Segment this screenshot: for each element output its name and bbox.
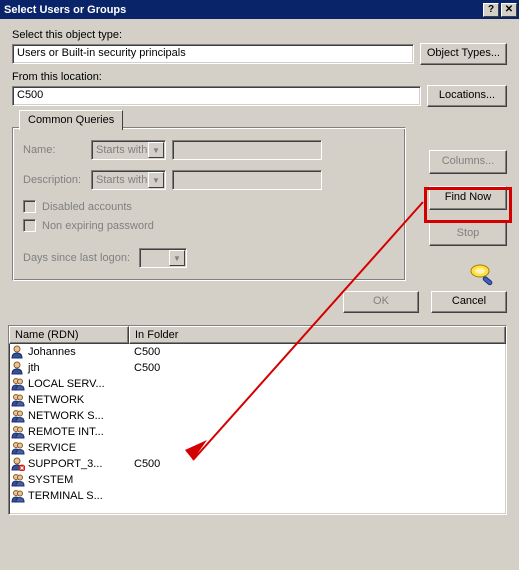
item-name: jth bbox=[28, 362, 40, 374]
find-now-button[interactable]: Find Now bbox=[429, 186, 507, 210]
location-label: From this location: bbox=[12, 71, 507, 83]
object-type-label: Select this object type: bbox=[12, 29, 507, 41]
group-icon bbox=[11, 473, 25, 487]
item-folder: C500 bbox=[129, 346, 506, 358]
list-item[interactable]: NETWORK S... bbox=[9, 408, 506, 424]
user-x-icon bbox=[11, 457, 25, 471]
list-item[interactable]: jth C500 bbox=[9, 360, 506, 376]
checkbox-icon bbox=[23, 219, 36, 232]
common-queries-tab[interactable]: Common Queries bbox=[19, 110, 123, 130]
group-icon bbox=[11, 425, 25, 439]
non-expiring-checkbox: Non expiring password bbox=[23, 219, 395, 232]
help-button[interactable]: ? bbox=[483, 3, 499, 17]
name-mode-combo: Starts with ▼ bbox=[91, 140, 166, 160]
cancel-button[interactable]: Cancel bbox=[431, 291, 507, 313]
item-name: SYSTEM bbox=[28, 474, 73, 486]
item-name: Johannes bbox=[28, 346, 76, 358]
column-name-header[interactable]: Name (RDN) bbox=[9, 326, 129, 344]
columns-button[interactable]: Columns... bbox=[429, 150, 507, 174]
item-name: SUPPORT_3... bbox=[28, 458, 102, 470]
description-input bbox=[172, 170, 322, 190]
group-icon bbox=[11, 393, 25, 407]
item-name: LOCAL SERV... bbox=[28, 378, 105, 390]
item-folder: C500 bbox=[129, 362, 506, 374]
title-bar: Select Users or Groups ? ✕ bbox=[0, 0, 519, 19]
item-folder: C500 bbox=[129, 458, 506, 470]
name-label: Name: bbox=[23, 144, 85, 156]
days-since-logon-combo: ▼ bbox=[139, 248, 187, 268]
group-icon bbox=[11, 377, 25, 391]
item-name: NETWORK S... bbox=[28, 410, 104, 422]
object-type-field: Users or Built-in security principals bbox=[12, 44, 414, 64]
disabled-accounts-checkbox: Disabled accounts bbox=[23, 200, 395, 213]
chevron-down-icon: ▼ bbox=[169, 250, 185, 266]
location-field: C500 bbox=[12, 86, 421, 106]
item-name: SERVICE bbox=[28, 442, 76, 454]
days-since-logon-label: Days since last logon: bbox=[23, 252, 133, 264]
chevron-down-icon: ▼ bbox=[148, 172, 164, 188]
user-icon bbox=[11, 345, 25, 359]
group-icon bbox=[11, 409, 25, 423]
close-button[interactable]: ✕ bbox=[501, 3, 517, 17]
user-icon bbox=[11, 361, 25, 375]
chevron-down-icon: ▼ bbox=[148, 142, 164, 158]
list-item[interactable]: SYSTEM bbox=[9, 472, 506, 488]
find-icon bbox=[467, 258, 499, 290]
name-input bbox=[172, 140, 322, 160]
description-label: Description: bbox=[23, 174, 85, 186]
common-queries-group: Common Queries Name: Starts with ▼ Descr… bbox=[12, 127, 406, 281]
list-item[interactable]: TERMINAL S... bbox=[9, 488, 506, 504]
column-folder-header[interactable]: In Folder bbox=[129, 326, 506, 344]
list-item[interactable]: SUPPORT_3... C500 bbox=[9, 456, 506, 472]
checkbox-icon bbox=[23, 200, 36, 213]
item-name: REMOTE INT... bbox=[28, 426, 104, 438]
list-item[interactable]: NETWORK bbox=[9, 392, 506, 408]
object-types-button[interactable]: Object Types... bbox=[420, 43, 507, 65]
ok-button[interactable]: OK bbox=[343, 291, 419, 313]
item-name: NETWORK bbox=[28, 394, 84, 406]
description-mode-combo: Starts with ▼ bbox=[91, 170, 166, 190]
list-item[interactable]: REMOTE INT... bbox=[9, 424, 506, 440]
group-icon bbox=[11, 441, 25, 455]
locations-button[interactable]: Locations... bbox=[427, 85, 507, 107]
results-list[interactable]: Name (RDN) In Folder Johannes C500 jth C500… bbox=[8, 325, 507, 515]
stop-button[interactable]: Stop bbox=[429, 222, 507, 246]
window-title: Select Users or Groups bbox=[4, 4, 483, 16]
list-item[interactable]: SERVICE bbox=[9, 440, 506, 456]
item-name: TERMINAL S... bbox=[28, 490, 103, 502]
group-icon bbox=[11, 489, 25, 503]
list-item[interactable]: LOCAL SERV... bbox=[9, 376, 506, 392]
list-item[interactable]: Johannes C500 bbox=[9, 344, 506, 360]
